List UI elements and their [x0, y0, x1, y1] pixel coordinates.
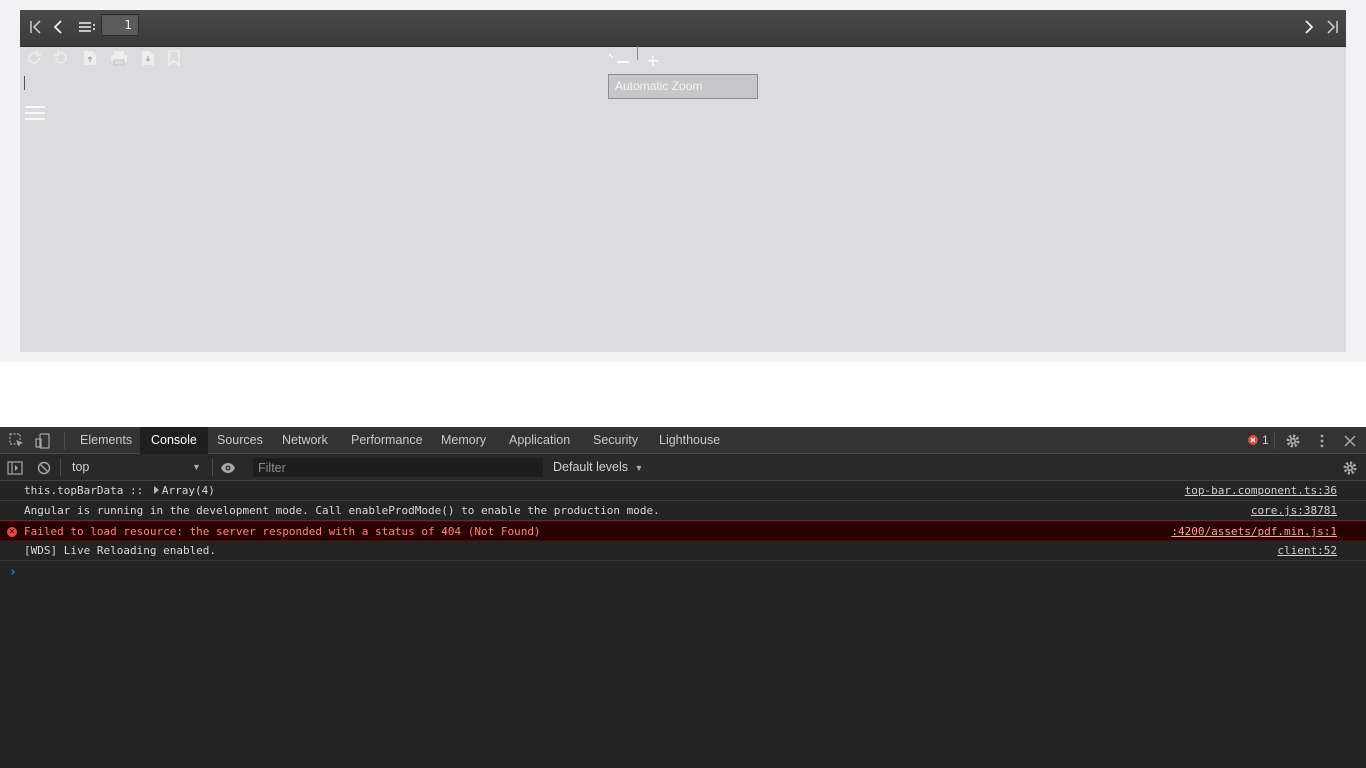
- tab-network[interactable]: Network: [271, 427, 339, 454]
- inspect-element-icon[interactable]: [8, 432, 26, 450]
- devtools-panel: Elements Console Sources Network Perform…: [0, 427, 1366, 768]
- zoom-separator: [637, 46, 638, 60]
- page-blank-area: [0, 362, 1366, 427]
- expandable-object[interactable]: Array(4): [162, 484, 215, 497]
- console-filter-input[interactable]: [253, 458, 543, 477]
- download-icon[interactable]: [138, 48, 158, 68]
- console-messages: this.topBarData :: Array(4) top-bar.comp…: [0, 481, 1366, 561]
- tabbar-divider: [64, 432, 65, 449]
- chevron-down-icon: ▼: [192, 462, 201, 472]
- console-sidebar-icon[interactable]: [6, 459, 24, 476]
- live-expression-eye-icon[interactable]: [219, 459, 237, 476]
- tab-performance[interactable]: Performance: [340, 427, 434, 454]
- message-source-link[interactable]: :4200/assets/pdf.min.js:1: [1171, 522, 1337, 541]
- rotate-ccw-icon[interactable]: [51, 48, 71, 68]
- console-error-message: ✕ Failed to load resource: the server re…: [0, 521, 1366, 541]
- zoom-out-button[interactable]: [608, 52, 630, 72]
- message-source-link[interactable]: core.js:38781: [1251, 501, 1337, 520]
- tab-application[interactable]: Application: [498, 427, 581, 454]
- first-page-icon[interactable]: [24, 14, 48, 40]
- devtools-tabbar: Elements Console Sources Network Perform…: [0, 427, 1366, 454]
- log-levels-dropdown[interactable]: Default levels ▼: [553, 458, 643, 476]
- sidebar-toggle-icon[interactable]: [24, 104, 46, 122]
- open-file-icon[interactable]: [80, 48, 100, 68]
- filterbar-divider: [60, 459, 61, 476]
- console-settings-gear-icon[interactable]: [1341, 459, 1359, 476]
- tab-security[interactable]: Security: [582, 427, 649, 454]
- zoom-select[interactable]: Automatic Zoom: [608, 74, 758, 99]
- tab-sources[interactable]: Sources: [206, 427, 274, 454]
- console-message: this.topBarData :: Array(4) top-bar.comp…: [0, 481, 1366, 501]
- close-devtools-icon[interactable]: [1341, 432, 1359, 450]
- rotate-cw-icon[interactable]: [24, 48, 44, 68]
- context-select[interactable]: top ▼: [64, 458, 212, 476]
- console-filterbar: top ▼ Default levels ▼: [0, 454, 1366, 481]
- expand-triangle-icon[interactable]: [153, 486, 159, 494]
- pdf-viewer: + Automatic Zoom: [20, 10, 1346, 352]
- tab-memory[interactable]: Memory: [430, 427, 497, 454]
- message-text: this.topBarData :: Array(4): [24, 481, 215, 500]
- error-count-icon[interactable]: [1247, 434, 1259, 446]
- message-source-link[interactable]: client:52: [1277, 541, 1337, 560]
- page-number-input[interactable]: [101, 14, 139, 36]
- log-levels-label: Default levels: [553, 460, 629, 474]
- tab-console[interactable]: Console: [140, 427, 208, 454]
- tab-lighthouse[interactable]: Lighthouse: [648, 427, 731, 454]
- chevron-down-icon: ▼: [634, 463, 644, 473]
- device-toolbar-icon[interactable]: [34, 432, 52, 450]
- message-source-link[interactable]: top-bar.component.ts:36: [1185, 481, 1337, 500]
- print-icon[interactable]: [109, 48, 129, 68]
- context-value: top: [72, 460, 90, 474]
- message-prefix: this.topBarData ::: [24, 484, 150, 497]
- message-text: Failed to load resource: the server resp…: [24, 525, 541, 538]
- bookmark-icon[interactable]: [164, 48, 184, 68]
- settings-gear-icon[interactable]: [1284, 432, 1302, 450]
- last-page-icon[interactable]: [1320, 14, 1344, 40]
- error-count[interactable]: 1: [1262, 427, 1269, 454]
- message-text: [WDS] Live Reloading enabled.: [24, 544, 217, 557]
- text-caret: [24, 76, 25, 90]
- outline-list-icon[interactable]: [75, 14, 99, 40]
- more-options-icon[interactable]: [1314, 432, 1330, 450]
- zoom-in-button[interactable]: +: [644, 52, 662, 70]
- console-message: Angular is running in the development mo…: [0, 501, 1366, 521]
- tabbar-divider-right: [1274, 432, 1275, 449]
- clear-console-icon[interactable]: [35, 459, 53, 476]
- next-page-icon[interactable]: [1297, 14, 1321, 40]
- message-text: Angular is running in the development mo…: [24, 504, 660, 517]
- console-prompt[interactable]: ›: [9, 565, 17, 580]
- console-message: [WDS] Live Reloading enabled. client:52: [0, 541, 1366, 561]
- error-icon: ✕: [7, 527, 17, 537]
- filterbar-divider-2: [212, 459, 213, 476]
- previous-page-icon[interactable]: [46, 14, 70, 40]
- pdf-toolbar: [20, 10, 1346, 46]
- tab-elements[interactable]: Elements: [69, 427, 143, 454]
